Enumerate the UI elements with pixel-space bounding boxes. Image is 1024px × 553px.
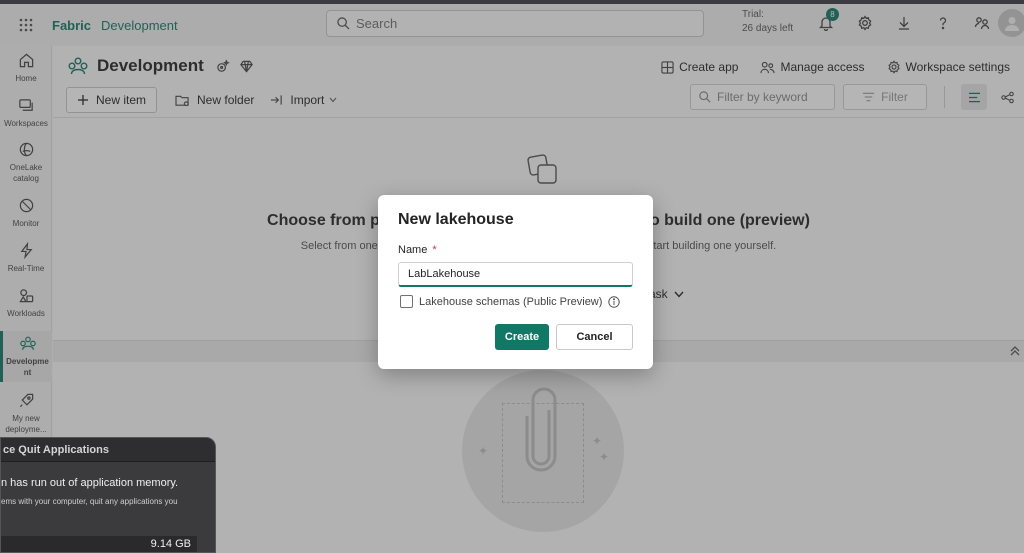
app-list-row[interactable]: 9.14 GB xyxy=(1,536,197,552)
force-quit-window: ce Quit Applications n has run out of ap… xyxy=(0,437,216,553)
create-button[interactable]: Create xyxy=(495,324,549,350)
info-icon[interactable] xyxy=(608,295,621,308)
dialog-title: New lakehouse xyxy=(398,211,514,228)
lakehouse-schemas-checkbox[interactable] xyxy=(400,295,413,308)
new-lakehouse-dialog: New lakehouse Name * Lakehouse schemas (… xyxy=(378,195,653,369)
force-quit-title[interactable]: ce Quit Applications xyxy=(1,438,215,462)
lakehouse-schemas-label: Lakehouse schemas (Public Preview) xyxy=(419,295,603,308)
lakehouse-schemas-option[interactable]: Lakehouse schemas (Public Preview) xyxy=(400,295,621,308)
memory-usage: 9.14 GB xyxy=(150,538,191,550)
memory-warning-detail: ems with your computer, quit any applica… xyxy=(1,497,178,506)
name-field-label: Name * xyxy=(398,244,437,256)
name-label-text: Name xyxy=(398,244,428,256)
lakehouse-name-input[interactable] xyxy=(398,262,633,287)
required-marker: * xyxy=(432,244,437,256)
cancel-button[interactable]: Cancel xyxy=(556,324,633,350)
memory-warning-message: n has run out of application memory. xyxy=(1,477,179,489)
